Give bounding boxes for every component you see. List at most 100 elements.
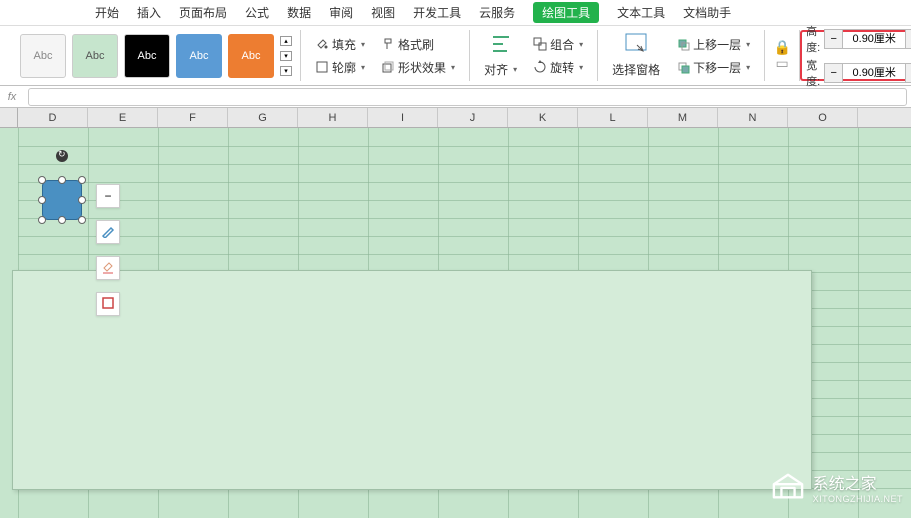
col-head-i[interactable]: I bbox=[368, 108, 438, 127]
ribbon: Abc Abc Abc Abc Abc ▴▾▾ 填充▾ 轮廓 ▾ 格式刷 bbox=[0, 26, 911, 86]
resize-handle-ml[interactable] bbox=[38, 196, 46, 204]
resize-handle-bm[interactable] bbox=[58, 216, 66, 224]
width-decrease-button[interactable]: − bbox=[825, 64, 843, 82]
shape-body[interactable] bbox=[42, 180, 82, 220]
menu-cloud[interactable]: 云服务 bbox=[479, 4, 515, 21]
border-tool-button[interactable] bbox=[96, 292, 120, 316]
align-label: 对齐 bbox=[484, 61, 508, 78]
menu-bar: 开始 插入 页面布局 公式 数据 审阅 视图 开发工具 云服务 绘图工具 文本工… bbox=[0, 0, 911, 26]
menu-review[interactable]: 审阅 bbox=[329, 4, 353, 21]
width-increase-button[interactable]: + bbox=[905, 64, 911, 82]
menu-developer[interactable]: 开发工具 bbox=[413, 4, 461, 21]
format-painter-button[interactable]: 格式刷 bbox=[377, 34, 459, 55]
height-value[interactable]: 0.90厘米 bbox=[843, 30, 905, 48]
col-head-o[interactable]: O bbox=[788, 108, 858, 127]
dropdown-caret-icon: ▾ bbox=[746, 63, 750, 72]
dropdown-caret-icon: ▾ bbox=[579, 40, 583, 49]
shape-preset-4[interactable]: Abc bbox=[176, 34, 222, 78]
selected-shape[interactable] bbox=[42, 180, 82, 220]
menu-insert[interactable]: 插入 bbox=[137, 4, 161, 21]
shape-preset-3[interactable]: Abc bbox=[124, 34, 170, 78]
formula-bar: fx bbox=[0, 86, 911, 108]
col-head-k[interactable]: K bbox=[508, 108, 578, 127]
col-head-m[interactable]: M bbox=[648, 108, 718, 127]
watermark-logo-icon bbox=[769, 471, 807, 503]
menu-data[interactable]: 数据 bbox=[287, 4, 311, 21]
align-button[interactable]: 对齐 ▾ bbox=[480, 59, 521, 80]
height-spinner: − 0.90厘米 + bbox=[824, 29, 911, 49]
resize-handle-bl[interactable] bbox=[38, 216, 46, 224]
resize-handle-tl[interactable] bbox=[38, 176, 46, 184]
shape-preset-more[interactable]: ▴▾▾ bbox=[280, 34, 294, 78]
dropdown-caret-icon: ▾ bbox=[361, 40, 365, 49]
resize-handle-tr[interactable] bbox=[78, 176, 86, 184]
resize-handle-tm[interactable] bbox=[58, 176, 66, 184]
formula-input[interactable] bbox=[28, 88, 907, 106]
col-head-l[interactable]: L bbox=[578, 108, 648, 127]
shape-format-group: 填充▾ 轮廓▾ 格式刷 形状效果▾ bbox=[301, 30, 470, 81]
fill-button[interactable]: 填充▾ bbox=[311, 34, 369, 55]
fx-icon[interactable]: fx bbox=[0, 91, 24, 103]
minus-icon: − bbox=[104, 189, 111, 203]
equal-size-icon[interactable]: ▭ bbox=[775, 57, 789, 71]
select-all-corner[interactable] bbox=[0, 108, 18, 127]
selection-pane-button[interactable]: 选择窗格 bbox=[608, 59, 664, 80]
paintbrush-icon bbox=[381, 37, 395, 51]
watermark-title: 系统之家 bbox=[813, 470, 903, 494]
menu-text-tools[interactable]: 文本工具 bbox=[617, 4, 665, 21]
spreadsheet: D E F G H I J K L M N O bbox=[0, 108, 911, 518]
send-backward-button[interactable]: 下移一层▾ bbox=[672, 57, 754, 78]
col-head-g[interactable]: G bbox=[228, 108, 298, 127]
pen-tool-button[interactable] bbox=[96, 220, 120, 244]
size-group: 高度: − 0.90厘米 + 宽度: − 0.90厘米 + bbox=[800, 30, 911, 81]
dropdown-caret-icon: ▾ bbox=[579, 63, 583, 72]
menu-doc-assistant[interactable]: 文档助手 bbox=[683, 4, 731, 21]
menu-formulas[interactable]: 公式 bbox=[245, 4, 269, 21]
rotate-handle[interactable] bbox=[56, 150, 68, 162]
shape-effects-button[interactable]: 形状效果▾ bbox=[377, 57, 459, 78]
grid-area[interactable]: − 系统之家 XITONGZHIJIA.NET bbox=[0, 128, 911, 518]
rotate-icon bbox=[533, 60, 547, 74]
column-headers: D E F G H I J K L M N O bbox=[0, 108, 911, 128]
shape-preset-1[interactable]: Abc bbox=[20, 34, 66, 78]
width-spinner: − 0.90厘米 + bbox=[824, 63, 911, 83]
col-head-e[interactable]: E bbox=[88, 108, 158, 127]
large-rectangle-shape[interactable] bbox=[12, 270, 812, 490]
col-head-f[interactable]: F bbox=[158, 108, 228, 127]
rotate-button[interactable]: 旋转▾ bbox=[529, 57, 587, 78]
dropdown-caret-icon: ▾ bbox=[361, 63, 365, 72]
shape-preset-5[interactable]: Abc bbox=[228, 34, 274, 78]
outline-label: 轮廓 bbox=[332, 59, 356, 76]
outline-button[interactable]: 轮廓 ▾ bbox=[311, 57, 369, 78]
width-value[interactable]: 0.90厘米 bbox=[843, 64, 905, 82]
col-head-d[interactable]: D bbox=[18, 108, 88, 127]
col-head-n[interactable]: N bbox=[718, 108, 788, 127]
menu-view[interactable]: 视图 bbox=[371, 4, 395, 21]
group-label: 组合 bbox=[550, 36, 574, 53]
fill-tool-button[interactable] bbox=[96, 256, 120, 280]
outline-icon bbox=[315, 60, 329, 74]
height-decrease-button[interactable]: − bbox=[825, 30, 843, 48]
bring-forward-button[interactable]: 上移一层▾ bbox=[672, 34, 754, 55]
height-increase-button[interactable]: + bbox=[905, 30, 911, 48]
selection-pane-icon bbox=[623, 31, 649, 57]
group-button[interactable]: 组合 ▾ bbox=[529, 34, 587, 55]
resize-handle-mr[interactable] bbox=[78, 196, 86, 204]
shape-style-gallery: Abc Abc Abc Abc Abc ▴▾▾ bbox=[0, 30, 301, 81]
lock-aspect-icon[interactable]: 🔒 bbox=[775, 41, 789, 55]
height-label: 高度: bbox=[806, 23, 820, 55]
minus-tool-button[interactable]: − bbox=[96, 184, 120, 208]
dropdown-caret-icon: ▾ bbox=[746, 40, 750, 49]
selection-group: 选择窗格 上移一层▾ 下移一层▾ bbox=[598, 30, 765, 81]
menu-start[interactable]: 开始 bbox=[95, 4, 119, 21]
col-head-h[interactable]: H bbox=[298, 108, 368, 127]
col-head-j[interactable]: J bbox=[438, 108, 508, 127]
dropdown-caret-icon: ▾ bbox=[513, 65, 517, 74]
paint-bucket-icon bbox=[315, 37, 329, 51]
shape-preset-2[interactable]: Abc bbox=[72, 34, 118, 78]
resize-handle-br[interactable] bbox=[78, 216, 86, 224]
shape-effects-label: 形状效果 bbox=[398, 59, 446, 76]
watermark-subtitle: XITONGZHIJIA.NET bbox=[813, 494, 903, 504]
menu-page-layout[interactable]: 页面布局 bbox=[179, 4, 227, 21]
menu-drawing-tools[interactable]: 绘图工具 bbox=[533, 2, 599, 23]
